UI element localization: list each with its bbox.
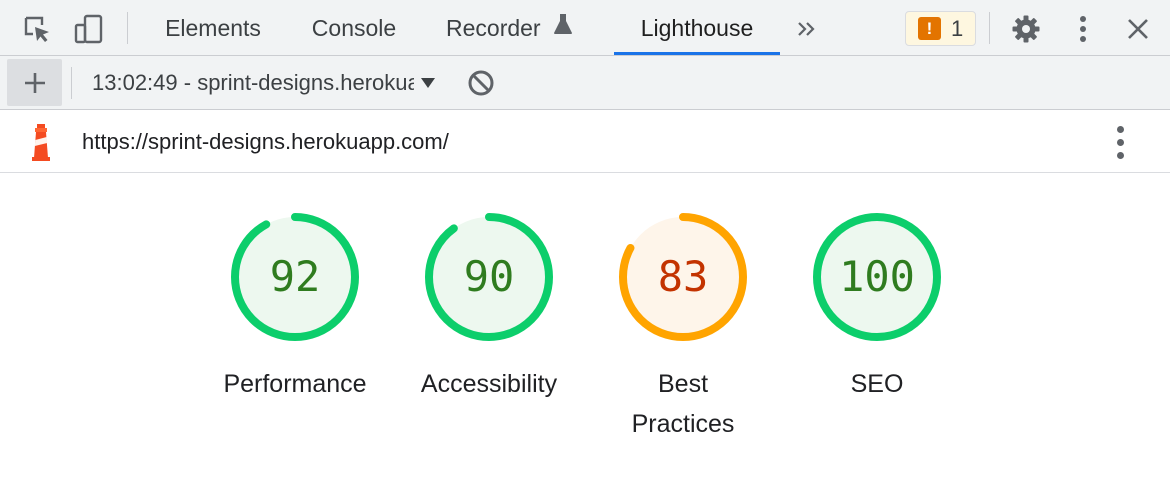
report-url: https://sprint-designs.herokuapp.com/ [82, 129, 449, 154]
issues-count: 1 [951, 15, 964, 41]
active-tab-indicator [614, 52, 780, 55]
tab-elements[interactable]: Elements [148, 0, 278, 55]
inspect-element-icon[interactable] [20, 12, 54, 46]
score-gauge-performance[interactable]: 92 [230, 212, 360, 342]
vertical-dots-icon[interactable] [1066, 12, 1100, 46]
vertical-dots-icon[interactable] [1108, 122, 1132, 162]
toolbar-divider [989, 12, 990, 44]
score-value: 92 [269, 252, 321, 301]
device-toolbar-icon[interactable] [72, 12, 106, 46]
score-label-best-practices[interactable]: Best Practices [588, 364, 778, 444]
gear-icon[interactable] [1009, 12, 1043, 46]
double-chevron-right-icon[interactable] [790, 12, 824, 46]
issues-counter-button[interactable]: ! 1 [905, 11, 976, 46]
lighthouse-icon [26, 122, 56, 162]
toolbar-divider [71, 67, 72, 99]
new-report-button[interactable] [7, 59, 62, 106]
score-label-seo[interactable]: SEO [782, 364, 972, 404]
report-selector[interactable]: 13:02:49 - sprint-designs.herokuapp.com [92, 56, 414, 109]
tab-recorder-label: Recorder [446, 15, 541, 41]
score-gauge-seo[interactable]: 100 [812, 212, 942, 342]
tab-recorder[interactable]: Recorder [436, 0, 586, 55]
flask-icon [553, 0, 573, 55]
score-value: 100 [839, 252, 915, 301]
tab-console[interactable]: Console [292, 0, 416, 55]
block-icon[interactable] [466, 68, 496, 98]
tab-lighthouse[interactable]: Lighthouse [614, 0, 780, 55]
score-label-performance[interactable]: Performance [200, 364, 390, 404]
score-value: 83 [657, 252, 709, 301]
score-label-accessibility[interactable]: Accessibility [394, 364, 584, 404]
toolbar-divider [127, 12, 128, 44]
dropdown-arrow-icon[interactable] [420, 76, 436, 94]
lighthouse-toolbar: 13:02:49 - sprint-designs.herokuapp.com [0, 56, 1170, 110]
devtools-tab-bar: Elements Console Recorder Lighthouse ! 1 [0, 0, 1170, 56]
close-icon[interactable] [1121, 12, 1155, 46]
score-gauge-best-practices[interactable]: 83 [618, 212, 748, 342]
plus-icon [24, 72, 45, 93]
warning-icon: ! [918, 17, 941, 40]
report-url-bar: https://sprint-designs.herokuapp.com/ [0, 110, 1170, 173]
score-summary: 92 Performance 90 Accessibility 83 Best … [0, 174, 1170, 484]
score-gauge-accessibility[interactable]: 90 [424, 212, 554, 342]
score-value: 90 [463, 252, 515, 301]
